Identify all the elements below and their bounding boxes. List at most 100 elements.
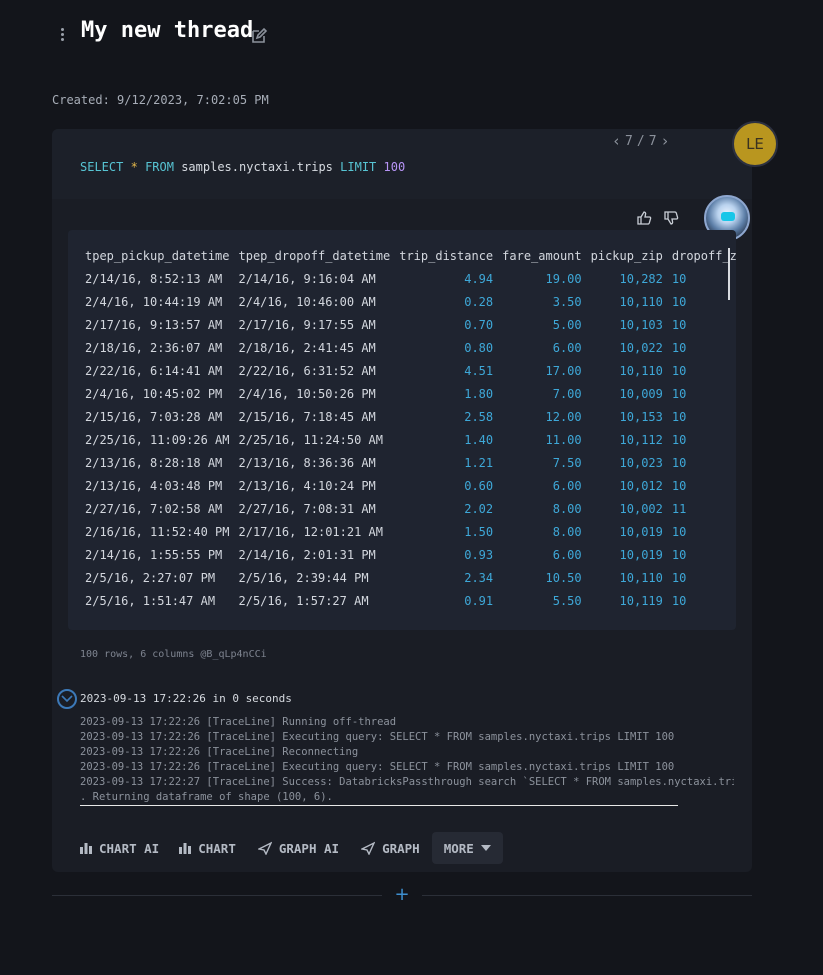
more-dropdown-button[interactable]: MORE [431,832,503,864]
table-cell: 11.00 [545,432,582,447]
table-cell: 4.94 [464,271,494,286]
table-cell: 2/17/16, 9:13:57 AM [85,317,223,332]
table-cell: 10 [671,317,687,332]
table-row: 2/25/16, 11:09:26 AM 2/25/16, 11:24:50 AM… [82,428,736,451]
version-pager: ‹ 7 / 7 › [612,133,670,149]
table-cell: 2/25/16, 11:09:26 AM [85,432,230,447]
table-cell: 12.00 [545,409,582,424]
pager-current: 7 [625,133,633,149]
log-collapse-toggle[interactable] [57,689,77,709]
trace-log: 2023-09-13 17:22:26 [TraceLine] Running … [80,715,734,805]
graph-ai-button[interactable]: GRAPH AI [250,832,347,864]
table-cell: 2/27/16, 7:08:31 AM [238,501,376,516]
table-cell: 10 [671,478,687,493]
results-table: tpep_pickup_datetime tpep_dropoff_datetim… [82,244,736,612]
user-avatar: LE [732,121,778,167]
table-cell: 10,110 [619,294,663,309]
thread-menu-button[interactable] [56,24,68,44]
thumbs-up-icon[interactable] [636,210,652,226]
table-cell: 2/13/16, 4:10:24 PM [238,478,376,493]
table-cell: 2/14/16, 2:01:31 PM [238,547,376,562]
table-cell: 2/16/16, 11:52:40 PM [85,524,230,539]
table-row: 2/18/16, 2:36:07 AM 2/18/16, 2:41:45 AM 0.… [82,336,736,359]
table-cell: 10,002 [619,501,663,516]
chart-ai-button[interactable]: CHART AI [72,832,167,864]
table-body: 2/14/16, 8:52:13 AM 2/14/16, 9:16:04 AM 4.… [82,267,736,612]
bar-chart-icon [179,843,192,854]
thread-divider-right [422,895,752,896]
table-cell: 1.50 [464,524,494,539]
table-cell: 2/15/16, 7:03:28 AM [85,409,223,424]
table-row: 2/13/16, 4:03:48 PM 2/13/16, 4:10:24 PM 0.… [82,474,736,497]
table-cell: 10,153 [619,409,663,424]
column-header[interactable]: tpep_pickup_datetime [82,244,236,267]
table-row: 2/16/16, 11:52:40 PM 2/17/16, 12:01:21 AM… [82,520,736,543]
chevron-left-icon[interactable]: ‹ [612,133,621,149]
table-cell: 2/4/16, 10:50:26 PM [238,386,376,401]
table-row: 2/5/16, 1:51:47 AM 2/5/16, 1:57:27 AM 0.91… [82,589,736,612]
table-cell: 2.34 [464,570,494,585]
table-row: 2/4/16, 10:44:19 AM 2/4/16, 10:46:00 AM 0.… [82,290,736,313]
column-header[interactable]: pickup_zip [588,244,669,267]
action-toolbar: CHART AI CHART GRAPH AI GRAPH MORE [72,832,503,864]
table-cell: 2/13/16, 8:28:18 AM [85,455,223,470]
table-cell: 6.00 [552,478,582,493]
table-cell: 10,112 [619,432,663,447]
chevron-right-icon[interactable]: › [661,133,670,149]
table-row: 2/5/16, 2:27:07 PM 2/5/16, 2:39:44 PM 2.34… [82,566,736,589]
table-cell: 1.40 [464,432,494,447]
table-cell: 0.60 [464,478,494,493]
table-cell: 7.00 [552,386,582,401]
table-cell: 1.21 [464,455,494,470]
graph-icon [361,841,376,855]
table-cell: 2.02 [464,501,494,516]
page-title: My new thread [81,18,254,43]
table-cell: 2/13/16, 8:36:36 AM [238,455,376,470]
table-cell: 2/14/16, 1:55:55 PM [85,547,223,562]
table-cell: 19.00 [545,271,582,286]
table-cell: 10,009 [619,386,663,401]
results-table-panel: tpep_pickup_datetime tpep_dropoff_datetim… [68,230,736,630]
table-cell: 10,019 [619,547,663,562]
table-cell: 10,022 [619,340,663,355]
table-cell: 2/18/16, 2:41:45 AM [238,340,376,355]
table-cell: 10 [671,409,687,424]
table-cell: 7.50 [552,455,582,470]
table-cell: 0.70 [464,317,494,332]
table-row: 2/17/16, 9:13:57 AM 2/17/16, 9:17:55 AM 0.… [82,313,736,336]
table-cell: 10,119 [619,593,663,608]
pager-total: 7 [648,133,657,149]
table-row: 2/4/16, 10:45:02 PM 2/4/16, 10:50:26 PM 1.… [82,382,736,405]
column-header[interactable]: trip_distance [396,244,499,267]
table-cell: 10,110 [619,570,663,585]
table-cell: 2/15/16, 7:18:45 AM [238,409,376,424]
table-cell: 2/4/16, 10:46:00 AM [238,294,376,309]
created-timestamp: Created: 9/12/2023, 7:02:05 PM [52,93,269,107]
table-cell: 10 [671,363,687,378]
column-header[interactable]: dropoff_zip [669,244,736,267]
chart-button[interactable]: CHART [171,832,244,864]
table-cell: 10 [671,455,687,470]
table-cell: 2/22/16, 6:14:41 AM [85,363,223,378]
table-cell: 10 [671,570,687,585]
vertical-scrollbar[interactable] [728,248,730,300]
table-cell: 10 [671,386,687,401]
table-cell: 10 [671,593,687,608]
table-cell: 5.50 [552,593,582,608]
column-header[interactable]: tpep_dropoff_datetime [236,244,397,267]
table-cell: 2/5/16, 1:51:47 AM [85,593,216,608]
query-block: SELECT * FROM samples.nyctaxi.trips LIMI… [52,129,752,199]
graph-icon [257,841,272,855]
table-row: 2/14/16, 8:52:13 AM 2/14/16, 9:16:04 AM 4.… [82,267,736,290]
log-line: . Returning dataframe of shape (100, 6). [80,791,333,803]
column-header[interactable]: fare_amount [499,244,587,267]
edit-icon[interactable] [250,27,268,45]
table-cell: 10 [671,340,687,355]
graph-button[interactable]: GRAPH [353,832,428,864]
add-cell-button[interactable]: + [392,884,412,906]
thumbs-down-icon[interactable] [663,210,679,226]
sql-query[interactable]: SELECT * FROM samples.nyctaxi.trips LIMI… [80,160,405,174]
table-cell: 2/18/16, 2:36:07 AM [85,340,223,355]
table-cell: 2/4/16, 10:44:19 AM [85,294,223,309]
table-cell: 10,012 [619,478,663,493]
